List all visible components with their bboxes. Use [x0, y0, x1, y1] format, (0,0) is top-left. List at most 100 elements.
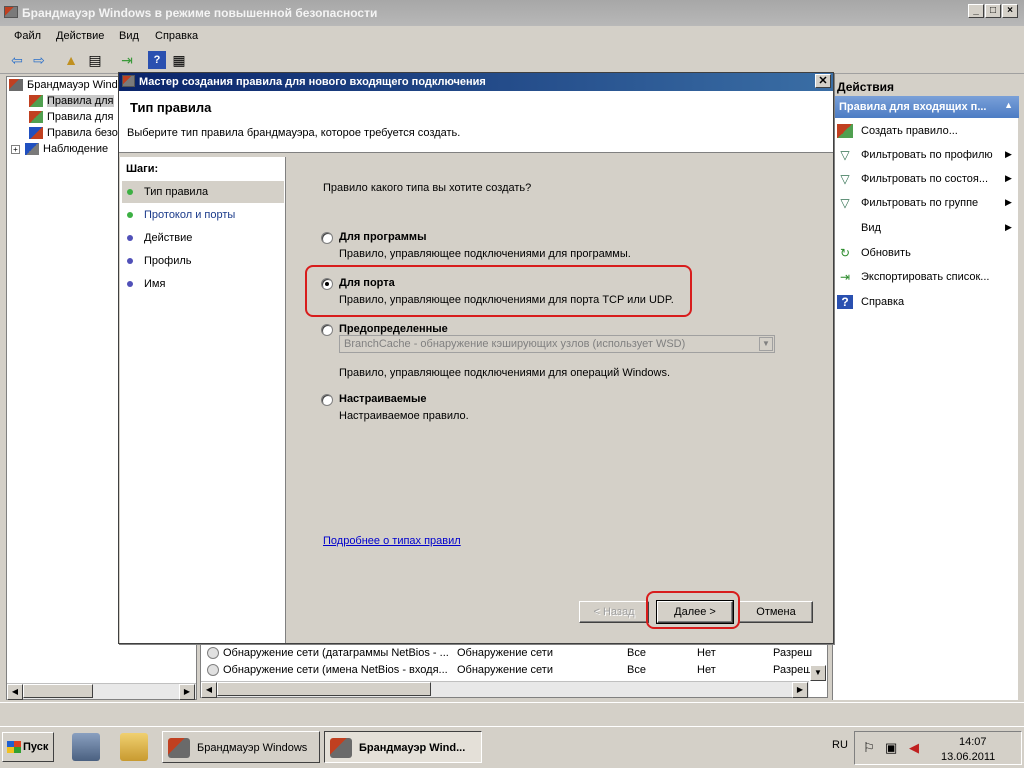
back-button[interactable]: < Назад	[579, 601, 649, 623]
scroll-right-icon[interactable]: ▶	[792, 682, 808, 698]
clock-date[interactable]: 13.06.2011	[941, 751, 995, 763]
rule-name: Обнаружение сети (имена NetBios - входя.…	[223, 664, 448, 676]
toolbar: ⇦ ⇨ ▲ ▤ ⇥ ? ▦	[0, 46, 1024, 74]
task-label: Брандмауэр Wind...	[359, 742, 466, 754]
action-label: Справка	[861, 296, 905, 308]
table-row[interactable]: Обнаружение сети (датаграммы NetBios - .…	[205, 647, 825, 663]
taskbar-item-firewall[interactable]: Брандмауэр Windows	[162, 731, 320, 763]
menu-bar: Файл Действие Вид Справка	[0, 26, 1024, 46]
submenu-arrow-icon: ▶	[1005, 149, 1012, 159]
help-icon[interactable]: ?	[148, 51, 166, 69]
rule-name: Обнаружение сети (датаграммы NetBios - .…	[223, 647, 449, 659]
rule-disabled-icon	[207, 664, 219, 676]
actions-title: Действия	[833, 76, 1019, 96]
wizard-content: Правило какого типа вы хотите создать? Д…	[287, 157, 833, 643]
maximize-button[interactable]: □	[985, 4, 1001, 18]
step-icon	[127, 281, 133, 287]
learn-more-link[interactable]: Подробнее о типах правил	[323, 535, 461, 547]
menu-view[interactable]: Вид	[119, 30, 139, 42]
rule-profile: Все	[627, 664, 646, 676]
radio-program[interactable]	[321, 232, 333, 244]
submenu-arrow-icon: ▶	[1005, 173, 1012, 183]
main-window-titlebar[interactable]: Брандмауэр Windows в режиме повышенной б…	[0, 0, 1024, 26]
step-label: Имя	[144, 278, 166, 290]
cancel-button[interactable]: Отмена	[739, 601, 813, 623]
action-label: Экспортировать список...	[861, 271, 990, 283]
firewall-icon	[4, 6, 18, 18]
rule-disabled-icon	[207, 647, 219, 659]
table-row[interactable]: Обнаружение сети (имена NetBios - входя.…	[205, 664, 825, 680]
radio-predefined[interactable]	[321, 324, 333, 336]
monitoring-icon	[25, 143, 39, 156]
menu-file[interactable]: Файл	[14, 30, 41, 42]
show-hide-pane-icon[interactable]: ▦	[170, 51, 188, 69]
collapse-icon[interactable]: ▲	[1004, 100, 1013, 110]
close-button[interactable]: ×	[1002, 4, 1018, 18]
taskbar-item-firewall-active[interactable]: Брандмауэр Wind...	[324, 731, 482, 763]
next-button[interactable]: Далее >	[656, 600, 734, 624]
network-icon[interactable]: ▣	[885, 740, 897, 756]
firewall-icon	[168, 738, 190, 758]
console-tree-icon[interactable]: ▤	[86, 51, 104, 69]
menu-help[interactable]: Справка	[155, 30, 198, 42]
export-list-icon[interactable]: ⇥	[118, 51, 136, 69]
scroll-thumb[interactable]	[217, 682, 431, 696]
close-icon[interactable]: ✕	[815, 74, 831, 88]
new-rule-icon	[837, 124, 853, 138]
export-icon: ⇥	[839, 270, 851, 284]
menu-action[interactable]: Действие	[56, 30, 104, 42]
actions-section-label: Правила для входящих п...	[839, 101, 987, 113]
option-label: Для порта	[339, 277, 395, 289]
action-label: Обновить	[861, 247, 911, 259]
list-horizontal-scrollbar[interactable]: ◀ ▶	[201, 681, 809, 698]
wizard-titlebar[interactable]: Мастер создания правила для нового входя…	[119, 73, 833, 91]
tree-item-monitoring[interactable]: + Наблюдение	[11, 143, 108, 159]
forward-arrow-icon[interactable]: ⇨	[30, 51, 48, 69]
step-label: Тип правила	[144, 186, 209, 198]
step-label: Действие	[144, 232, 193, 244]
tree-item-security-rules[interactable]: Правила безо	[29, 127, 118, 143]
actions-section-header[interactable]: Правила для входящих п... ▲	[835, 96, 1019, 118]
language-indicator[interactable]: RU	[832, 739, 848, 751]
tree-horizontal-scrollbar[interactable]: ◀ ▶	[7, 683, 196, 700]
server-manager-icon[interactable]	[72, 733, 100, 761]
action-center-flag-icon[interactable]: ⚐	[863, 740, 875, 756]
submenu-arrow-icon: ▶	[1005, 222, 1012, 232]
rule-profile: Все	[627, 647, 646, 659]
page-title: Тип правила	[130, 100, 212, 115]
option-description: Правило, управляющее подключениями для п…	[339, 294, 674, 306]
scroll-left-icon[interactable]: ◀	[201, 682, 217, 698]
question-label: Правило какого типа вы хотите создать?	[323, 182, 532, 194]
explorer-folder-icon[interactable]	[120, 733, 148, 761]
radio-port[interactable]	[321, 278, 333, 290]
scroll-left-icon[interactable]: ◀	[7, 684, 23, 700]
clock-time[interactable]: 14:07	[959, 736, 987, 748]
minimize-button[interactable]: _	[968, 4, 984, 18]
volume-muted-icon[interactable]: ◀	[909, 740, 919, 756]
expand-icon[interactable]: +	[11, 144, 20, 154]
step-icon	[127, 235, 133, 241]
tree-item-root[interactable]: Брандмауэр Windo	[9, 79, 124, 95]
back-arrow-icon[interactable]: ⇦	[8, 51, 26, 69]
refresh-icon: ↻	[839, 246, 851, 260]
scroll-thumb[interactable]	[23, 684, 93, 698]
start-label: Пуск	[23, 741, 49, 753]
tree-item-outbound-rules[interactable]: Правила для	[29, 111, 114, 127]
rule-action: Разреш	[773, 647, 813, 659]
start-button[interactable]: Пуск	[2, 732, 54, 762]
rule-group: Обнаружение сети	[457, 647, 553, 659]
radio-custom[interactable]	[321, 394, 333, 406]
scroll-down-icon[interactable]: ▼	[810, 665, 826, 681]
rule-enabled: Нет	[697, 664, 716, 676]
up-folder-icon[interactable]: ▲	[62, 51, 80, 69]
rule-action: Разреш	[773, 664, 813, 676]
step-profile: Профиль	[122, 250, 284, 272]
scroll-right-icon[interactable]: ▶	[179, 684, 195, 700]
step-protocol-ports[interactable]: Протокол и порты	[122, 204, 284, 226]
tree-item-inbound-rules[interactable]: Правила для	[29, 95, 114, 111]
task-label: Брандмауэр Windows	[197, 742, 308, 754]
windows-logo-icon	[7, 741, 21, 753]
wizard-header: Тип правила Выберите тип правила брандма…	[119, 91, 833, 153]
action-label: Вид	[861, 222, 881, 234]
step-icon	[127, 258, 133, 264]
